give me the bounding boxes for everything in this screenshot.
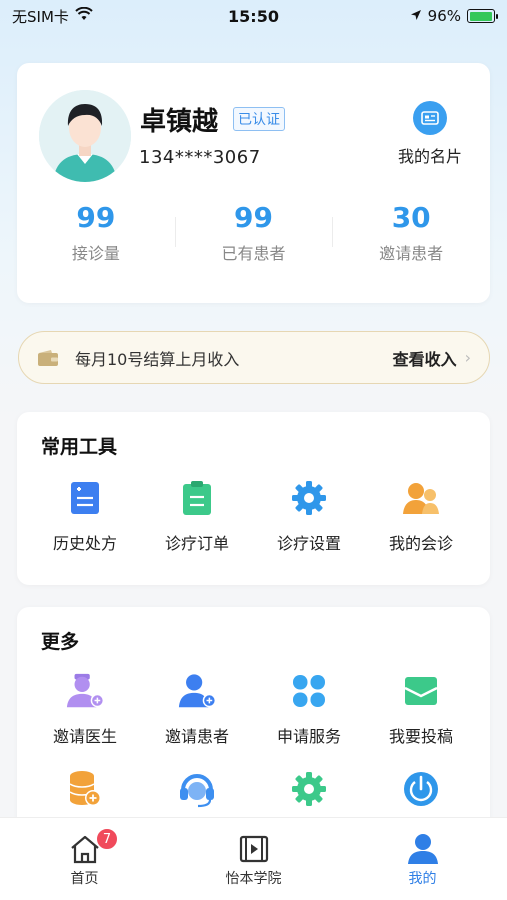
income-banner[interactable]: 每月10号结算上月收入 查看收入 › (18, 331, 490, 384)
tool-label: 诊疗设置 (276, 534, 341, 553)
coin-add-icon (65, 769, 105, 809)
tab-label: 我的 (408, 871, 437, 887)
stat-value: 30 (391, 201, 431, 234)
tools-grid: 历史处方 诊疗订单 诊疗设置 我的会诊 (29, 478, 502, 554)
more-submit-article[interactable]: 我要投稿 (365, 671, 477, 747)
tab-label: 怡本学院 (225, 871, 282, 887)
wallet-icon (37, 349, 59, 367)
settings-green-icon (289, 769, 329, 809)
section-title: 常用工具 (41, 436, 118, 458)
more-apply-service[interactable]: 申请服务 (253, 671, 365, 747)
invite-doctor-icon (65, 671, 105, 711)
mail-icon (401, 671, 441, 711)
tool-treatment-orders[interactable]: 诊疗订单 (141, 478, 253, 554)
more-label: 邀请患者 (164, 727, 229, 746)
tools-card: 常用工具 历史处方 诊疗订单 诊疗设置 我的会诊 (17, 412, 490, 585)
user-icon (406, 832, 440, 866)
chevron-right-icon: › (464, 348, 471, 367)
clover-icon (289, 671, 329, 711)
avatar[interactable] (39, 90, 131, 182)
stat-value: 99 (234, 201, 273, 234)
headset-icon (177, 769, 217, 809)
tab-academy[interactable]: 怡本学院 (169, 818, 338, 900)
doctor-name: 卓镇越 (140, 107, 219, 137)
tab-mine[interactable]: 我的 (338, 818, 507, 900)
tool-my-consultations[interactable]: 我的会诊 (365, 478, 477, 554)
more-item-logout[interactable] (365, 769, 477, 809)
more-grid-row2 (29, 769, 502, 809)
video-icon (237, 832, 271, 866)
stats-row: 99 接诊量 99 已有患者 30 邀请患者 (17, 201, 490, 264)
more-item-coin[interactable] (29, 769, 141, 809)
power-icon (401, 769, 441, 809)
my-card-button[interactable]: 我的名片 (392, 101, 468, 167)
tab-label: 首页 (70, 871, 99, 887)
tool-treatment-settings[interactable]: 诊疗设置 (253, 478, 365, 554)
carrier-label: 无SIM卡 (12, 7, 69, 26)
tool-label: 诊疗订单 (164, 534, 229, 553)
more-label: 邀请医生 (52, 727, 117, 746)
my-card-label: 我的名片 (397, 147, 462, 166)
status-bar: 无SIM卡 15:50 96% (0, 0, 507, 32)
consultation-icon (401, 478, 441, 518)
tool-label: 我的会诊 (388, 534, 453, 553)
stat-label: 接诊量 (71, 244, 120, 263)
location-icon (410, 7, 422, 25)
stat-value: 99 (76, 201, 116, 234)
clipboard-icon (177, 478, 217, 518)
income-notice: 每月10号结算上月收入 (75, 349, 240, 369)
more-card: 更多 邀请医生 邀请患者 申请服务 我要投稿 (17, 607, 490, 837)
stat-consultations[interactable]: 99 接诊量 (17, 201, 175, 264)
battery-percent: 96% (427, 7, 461, 25)
more-label: 我要投稿 (388, 727, 453, 746)
profile-card: 卓镇越 已认证 134****3067 我的名片 99 接诊量 99 已有患者 … (17, 63, 490, 303)
more-invite-patient[interactable]: 邀请患者 (141, 671, 253, 747)
tool-label: 历史处方 (52, 534, 117, 553)
section-title: 更多 (41, 631, 80, 653)
verified-badge: 已认证 (233, 107, 285, 131)
gear-icon (289, 478, 329, 518)
more-item-support[interactable] (141, 769, 253, 809)
tab-bar: 首页 7 怡本学院 我的 (0, 817, 507, 900)
id-card-icon (413, 101, 447, 135)
view-income-link[interactable]: 查看收入 (393, 346, 457, 370)
tab-home[interactable]: 首页 7 (0, 818, 169, 900)
battery-icon (467, 9, 498, 23)
stat-label: 邀请患者 (379, 244, 444, 263)
stat-label: 已有患者 (221, 244, 286, 263)
wifi-icon (75, 6, 93, 25)
tool-history-prescriptions[interactable]: 历史处方 (29, 478, 141, 554)
prescription-icon (65, 478, 105, 518)
more-item-settings[interactable] (253, 769, 365, 809)
invite-patient-icon (177, 671, 217, 711)
more-invite-doctor[interactable]: 邀请医生 (29, 671, 141, 747)
stat-invited-patients[interactable]: 30 邀请患者 (332, 201, 490, 264)
stat-patients[interactable]: 99 已有患者 (174, 201, 333, 264)
phone-number: 134****3067 (139, 147, 261, 168)
notification-badge: 7 (96, 828, 118, 850)
more-label: 申请服务 (276, 727, 341, 746)
more-grid-row1: 邀请医生 邀请患者 申请服务 我要投稿 (29, 671, 502, 747)
